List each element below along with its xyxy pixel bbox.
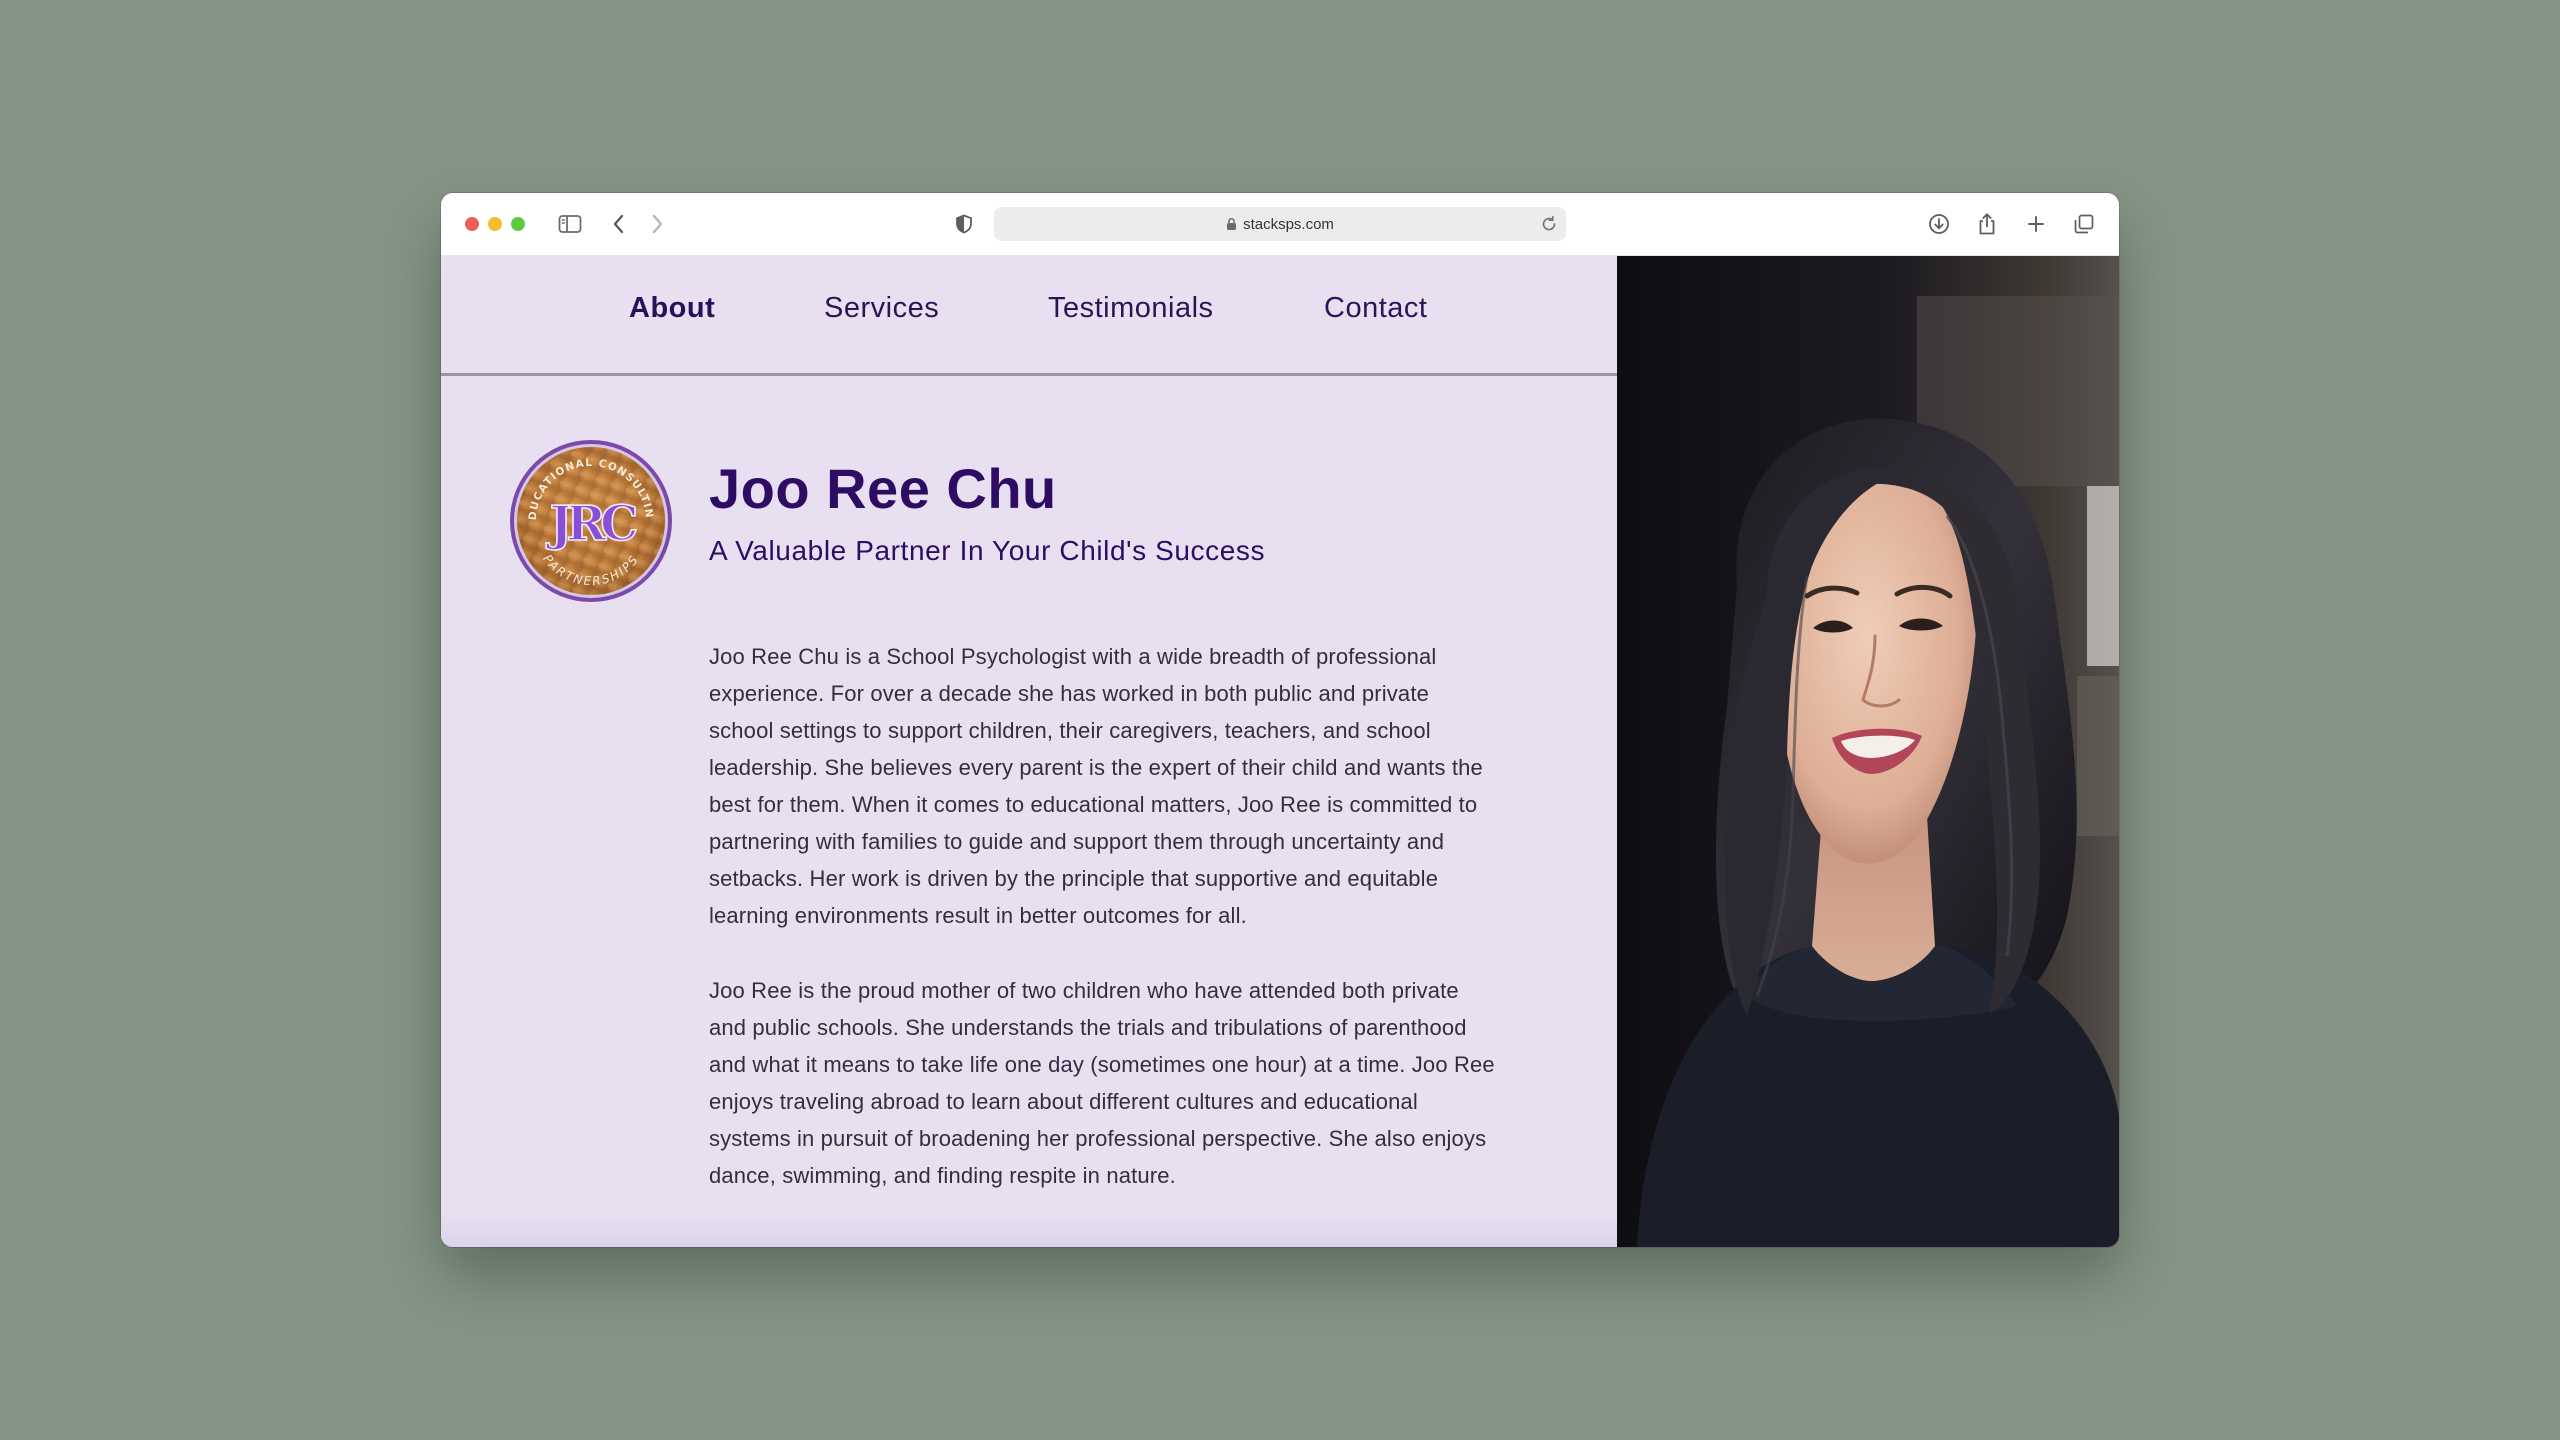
- jrc-logo: EDUCATIONAL CONSULTING PARTNERSHIPS JRC: [503, 429, 674, 604]
- tabs-overview-icon[interactable]: [2071, 211, 2097, 237]
- reload-icon[interactable]: [1540, 215, 1558, 238]
- privacy-shield-icon[interactable]: [951, 211, 977, 237]
- page-title: Joo Ree Chu: [709, 457, 1057, 520]
- nav-services[interactable]: Services: [824, 292, 939, 325]
- logo-monogram: JRC: [546, 496, 637, 552]
- browser-window: stacksps.com About Services Testimonials: [441, 193, 2119, 1247]
- window-zoom-button[interactable]: [511, 217, 525, 231]
- forward-icon[interactable]: [644, 211, 670, 237]
- back-icon[interactable]: [606, 211, 632, 237]
- nav-about[interactable]: About: [629, 292, 715, 325]
- page-content: About Services Testimonials Contact DUCA…: [441, 256, 2119, 1247]
- browser-toolbar: stacksps.com: [441, 193, 2119, 256]
- bottom-fade: [441, 1211, 1617, 1247]
- about-panel: About Services Testimonials Contact DUCA…: [441, 256, 1617, 1247]
- portrait-photo: [1617, 256, 2119, 1247]
- nav-testimonials[interactable]: Testimonials: [1048, 292, 1214, 325]
- new-tab-icon[interactable]: [2023, 211, 2049, 237]
- address-bar[interactable]: stacksps.com: [994, 207, 1566, 241]
- lock-icon: [1226, 217, 1237, 231]
- nav-contact[interactable]: Contact: [1324, 292, 1427, 325]
- bio-paragraph-1: Joo Ree Chu is a School Psychologist wit…: [709, 644, 1483, 928]
- address-bar-url: stacksps.com: [1243, 215, 1334, 233]
- window-close-button[interactable]: [465, 217, 479, 231]
- window-minimize-button[interactable]: [488, 217, 502, 231]
- bio-paragraph-2: Joo Ree is the proud mother of two child…: [709, 978, 1495, 1188]
- sidebar-icon[interactable]: [557, 211, 583, 237]
- download-icon[interactable]: [1926, 211, 1952, 237]
- site-nav: About Services Testimonials Contact: [441, 256, 1617, 376]
- page-tagline: A Valuable Partner In Your Child's Succe…: [709, 535, 1266, 566]
- share-icon[interactable]: [1974, 211, 2000, 237]
